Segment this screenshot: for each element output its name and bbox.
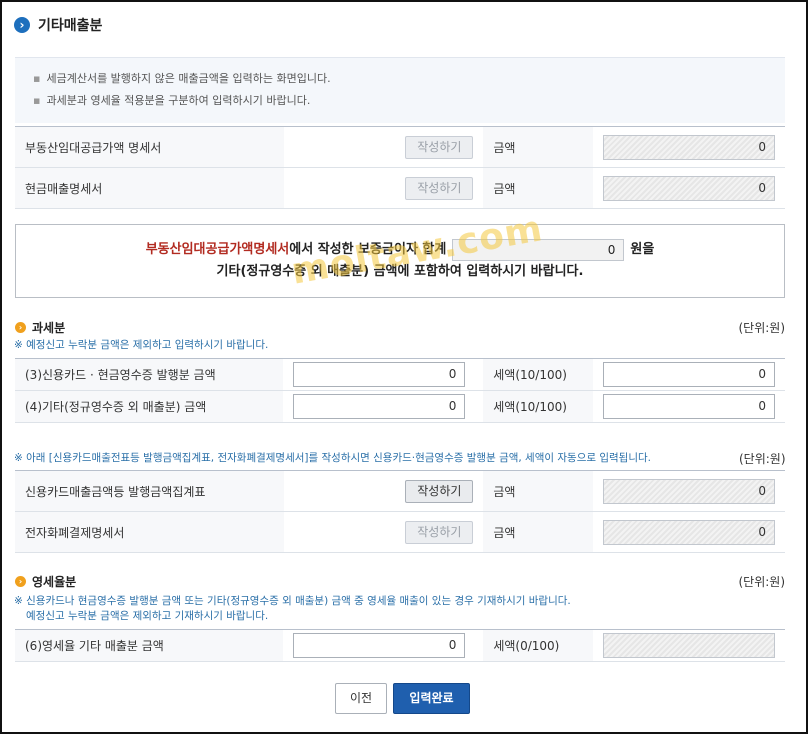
row-label: 신용카드매출금액등 발행금액집계표 [15,470,284,512]
info-line: ▪ 세금계산서를 발행하지 않은 매출금액을 입력하는 화면입니다. [33,68,767,90]
auto-section-table: 신용카드매출금액등 발행금액집계표 작성하기 금액 0 전자화폐결제명세서 작성… [15,470,785,553]
tax-cell: 0 [592,358,785,391]
unit-label: (단위:원) [739,452,786,466]
unit-label: (단위:원) [738,574,785,589]
table-row: (6)영세율 기타 매출분 금액 0 세액(0/100) [15,629,785,662]
section-title: 영세율분 [32,574,77,589]
notice-box: 부동산임대공급가액명세서 에서 작성한 보증금이자 합계 0 원을 기타(정규영… [15,224,785,298]
bullet-icon: ▪ [33,94,41,107]
arrow-circle-icon: › [14,17,30,33]
write-button[interactable]: 작성하기 [405,520,474,544]
done-button[interactable]: 입력완료 [393,683,470,714]
row-label: 현금매출명세서 [15,167,284,209]
table-row: (3)신용카드 · 현금영수증 발행분 금액 0 세액(10/100) 0 [15,358,785,391]
row-label: 부동산임대공급가액 명세서 [15,126,284,168]
amount-cell: 0 [592,167,785,209]
other-tax-input[interactable]: 0 [602,394,775,419]
card-cash-tax-input[interactable]: 0 [602,362,775,387]
tax-cell [592,629,785,662]
zero-rate-table: (6)영세율 기타 매출분 금액 0 세액(0/100) [15,629,785,662]
unit-label: (단위:원) [738,320,785,335]
amount-field: 0 [602,175,775,201]
amount-label: 금액 [483,470,593,512]
title-row: › 기타매출분 [14,15,102,35]
section-note: ※ 예정신고 누락분 금액은 제외하고 입력하시기 바랍니다. [14,339,269,351]
table-row: 신용카드매출금액등 발행금액집계표 작성하기 금액 0 [15,470,785,512]
amount-cell: 0 [592,470,785,512]
write-button[interactable]: 작성하기 [405,176,474,200]
input-cell: 0 [283,629,484,662]
input-cell: 0 [283,390,484,423]
section-title: 과세분 [32,320,66,335]
amount-cell: 0 [592,126,785,168]
notice-red-text: 부동산임대공급가액명세서 [145,242,290,257]
section-bullet-icon: › [15,321,26,333]
info-line: ▪ 과세분과 영세율 적용분을 구분하여 입력하시기 바랍니다. [33,90,767,112]
zero-rate-section-header: › 영세율분 (단위:원) [15,572,785,590]
deposit-interest-field: 0 [452,239,625,261]
write-button-cell: 작성하기 [283,167,484,209]
prev-button[interactable]: 이전 [335,683,387,714]
amount-field: 0 [602,519,775,545]
write-button[interactable]: 작성하기 [405,479,474,503]
section-note: ※ 신용카드나 현금영수증 발행분 금액 또는 기타(정규영수증 외 매출분) … [14,595,571,607]
table-row: (4)기타(정규영수증 외 매출분) 금액 0 세액(10/100) 0 [15,390,785,423]
bullet-icon: ▪ [33,72,41,85]
write-button[interactable]: 작성하기 [405,135,474,159]
zero-rate-amount-input[interactable]: 0 [293,633,466,658]
amount-label: 금액 [483,126,593,168]
section-note: 예정신고 누락분 금액은 제외하고 기재하시기 바랍니다. [26,610,269,622]
page-title: 기타매출분 [38,18,103,34]
tax-label: 세액(10/100) [483,358,593,391]
write-button-cell: 작성하기 [283,470,484,512]
other-amount-input[interactable]: 0 [293,394,466,419]
row-label: (3)신용카드 · 현금영수증 발행분 금액 [15,358,284,391]
amount-label: 금액 [483,167,593,209]
table-row: 부동산임대공급가액 명세서 작성하기 금액 0 [15,126,785,168]
amount-field: 0 [602,478,775,504]
tax-cell: 0 [592,390,785,423]
taxable-table: (3)신용카드 · 현금영수증 발행분 금액 0 세액(10/100) 0 (4… [15,358,785,423]
notice-text: 에서 작성한 보증금이자 합계 [289,242,447,257]
amount-label: 금액 [483,511,593,553]
notice-text: 기타(정규영수증 외 매출분) 금액에 포함하여 입력하시기 바랍니다. [216,264,584,279]
notice-line: 기타(정규영수증 외 매출분) 금액에 포함하여 입력하시기 바랍니다. [16,261,784,283]
write-button-cell: 작성하기 [283,511,484,553]
section-bullet-icon: › [15,575,26,587]
input-cell: 0 [283,358,484,391]
auto-section-note: ※ 아래 [신용카드매출전표등 발행금액집계표, 전자화폐결제명세서]를 작성하… [14,452,651,464]
card-cash-amount-input[interactable]: 0 [293,362,466,387]
info-text: 과세분과 영세율 적용분을 구분하여 입력하시기 바랍니다. [46,94,311,107]
notice-unit: 원을 [630,242,655,257]
table-row: 전자화폐결제명세서 작성하기 금액 0 [15,511,785,553]
table-row: 현금매출명세서 작성하기 금액 0 [15,167,785,209]
write-button-cell: 작성하기 [283,126,484,168]
zero-rate-tax-field [602,633,775,658]
info-box: ▪ 세금계산서를 발행하지 않은 매출금액을 입력하는 화면입니다. ▪ 과세분과 … [15,57,785,123]
tax-label: 세액(10/100) [483,390,593,423]
taxable-section-header: › 과세분 (단위:원) [15,318,785,336]
amount-field: 0 [602,134,775,160]
row-label: 전자화폐결제명세서 [15,511,284,553]
notice-line: 부동산임대공급가액명세서 에서 작성한 보증금이자 합계 0 원을 [16,239,784,261]
statements-table: 부동산임대공급가액 명세서 작성하기 금액 0 현금매출명세서 작성하기 금액 … [15,126,785,209]
row-label: (6)영세율 기타 매출분 금액 [15,629,284,662]
row-label: (4)기타(정규영수증 외 매출분) 금액 [15,390,284,423]
amount-cell: 0 [592,511,785,553]
tax-label: 세액(0/100) [483,629,593,662]
info-text: 세금계산서를 발행하지 않은 매출금액을 입력하는 화면입니다. [46,72,331,85]
dialog-frame: › 기타매출분 ▪ 세금계산서를 발행하지 않은 매출금액을 입력하는 화면입니다… [0,0,808,734]
